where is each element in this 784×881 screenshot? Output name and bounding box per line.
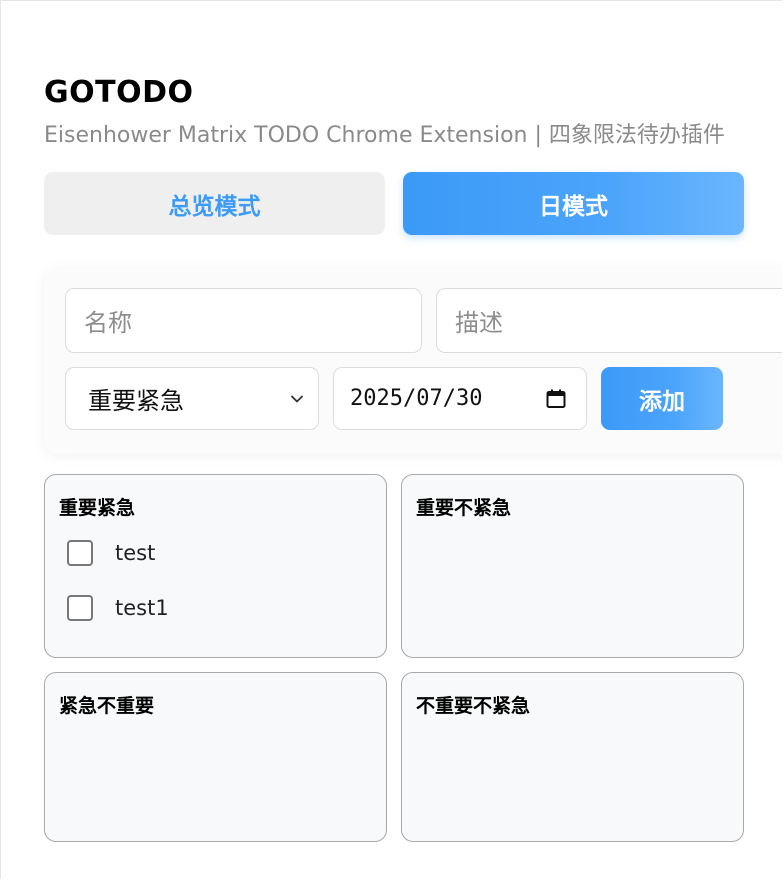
quadrant-important-not-urgent: 重要不紧急 — [401, 474, 744, 658]
add-task-button[interactable]: 添加 — [601, 367, 723, 430]
task-checkbox[interactable] — [67, 595, 93, 621]
priority-selected-value: 重要紧急 — [88, 387, 184, 415]
quadrant-title: 紧急不重要 — [59, 695, 155, 717]
overview-mode-button[interactable]: 总览模式 — [44, 172, 385, 235]
app-title: GOTODO — [44, 75, 194, 110]
day-mode-button[interactable]: 日模式 — [403, 172, 744, 235]
quadrant-title: 不重要不紧急 — [416, 695, 531, 717]
name-input[interactable]: 名称 — [65, 288, 422, 353]
quadrant-not-important-not-urgent: 不重要不紧急 — [401, 672, 744, 842]
quadrant-important-urgent: 重要紧急 test test1 — [44, 474, 387, 658]
date-value: 2025/07/30 — [350, 386, 483, 411]
description-input[interactable]: 描述 — [436, 288, 782, 353]
task-label: test — [115, 541, 156, 565]
quadrant-title: 重要不紧急 — [416, 497, 512, 519]
task-label: test1 — [115, 596, 169, 620]
app-subtitle: Eisenhower Matrix TODO Chrome Extension … — [44, 123, 725, 148]
date-input[interactable]: 2025/07/30 — [333, 367, 587, 430]
add-task-form: 名称 描述 重要紧急 2025/07/30 添加 — [44, 268, 782, 454]
priority-select[interactable]: 重要紧急 — [65, 367, 319, 430]
task-item: test1 — [67, 592, 169, 624]
app-window: GOTODO Eisenhower Matrix TODO Chrome Ext… — [0, 0, 782, 879]
quadrant-urgent-not-important: 紧急不重要 — [44, 672, 387, 842]
chevron-down-icon — [291, 395, 303, 402]
task-checkbox[interactable] — [67, 540, 93, 566]
description-placeholder: 描述 — [455, 309, 503, 337]
name-placeholder: 名称 — [84, 309, 132, 337]
task-item: test — [67, 537, 155, 569]
quadrant-title: 重要紧急 — [59, 497, 136, 519]
calendar-icon[interactable] — [544, 387, 568, 411]
